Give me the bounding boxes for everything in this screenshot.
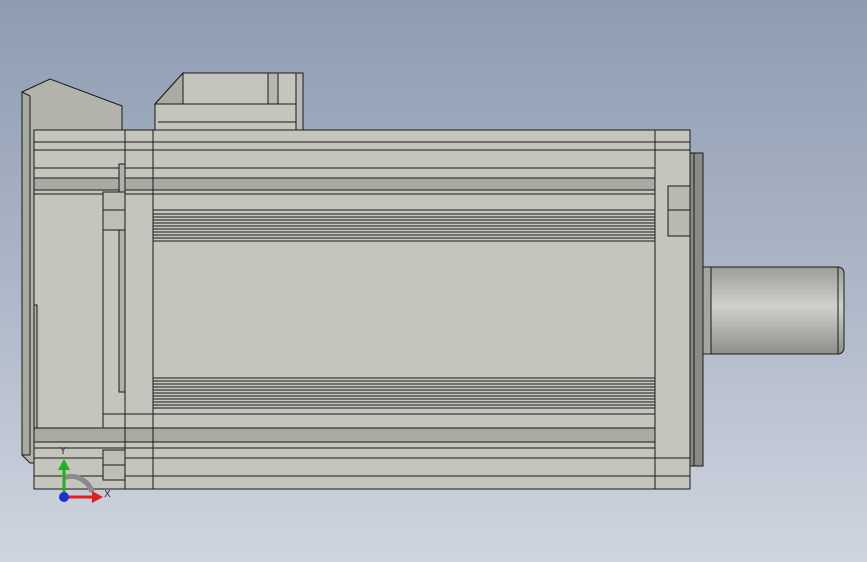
x-axis-arrowhead — [92, 491, 103, 503]
axis-triad: X Y — [58, 446, 111, 503]
x-axis-label: X — [104, 489, 111, 500]
y-axis-label: Y — [59, 446, 67, 457]
y-axis-arrowhead — [58, 459, 70, 470]
cad-viewport[interactable]: X Y — [0, 0, 867, 562]
z-axis-dot — [59, 492, 69, 502]
triad-arc — [62, 474, 95, 493]
